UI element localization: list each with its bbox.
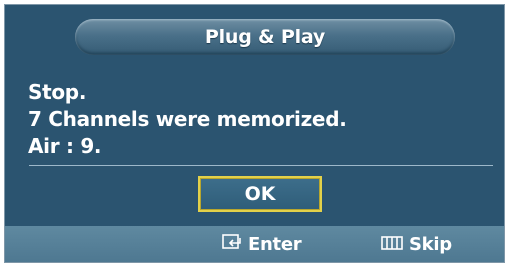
dialog-title: Plug & Play xyxy=(204,26,326,48)
skip-hint: Skip xyxy=(381,226,452,262)
ok-button[interactable]: OK xyxy=(198,176,322,212)
menu-icon xyxy=(381,234,403,255)
footer-bar: Enter Skip xyxy=(5,226,504,262)
title-pill: Plug & Play xyxy=(75,19,455,55)
plug-and-play-dialog: Plug & Play Stop. 7 Channels were memori… xyxy=(4,4,505,263)
enter-label: Enter xyxy=(248,233,302,255)
message-line-channels: 7 Channels were memorized. xyxy=(28,107,347,131)
divider xyxy=(29,165,493,166)
skip-label: Skip xyxy=(409,233,452,255)
title-bar: Plug & Play xyxy=(5,5,504,61)
message-line-air: Air : 9. xyxy=(28,134,102,158)
status-message: Stop. 7 Channels were memorized. Air : 9… xyxy=(28,79,347,160)
enter-icon xyxy=(222,233,242,255)
enter-hint: Enter xyxy=(222,226,302,262)
message-line-stop: Stop. xyxy=(28,80,87,104)
